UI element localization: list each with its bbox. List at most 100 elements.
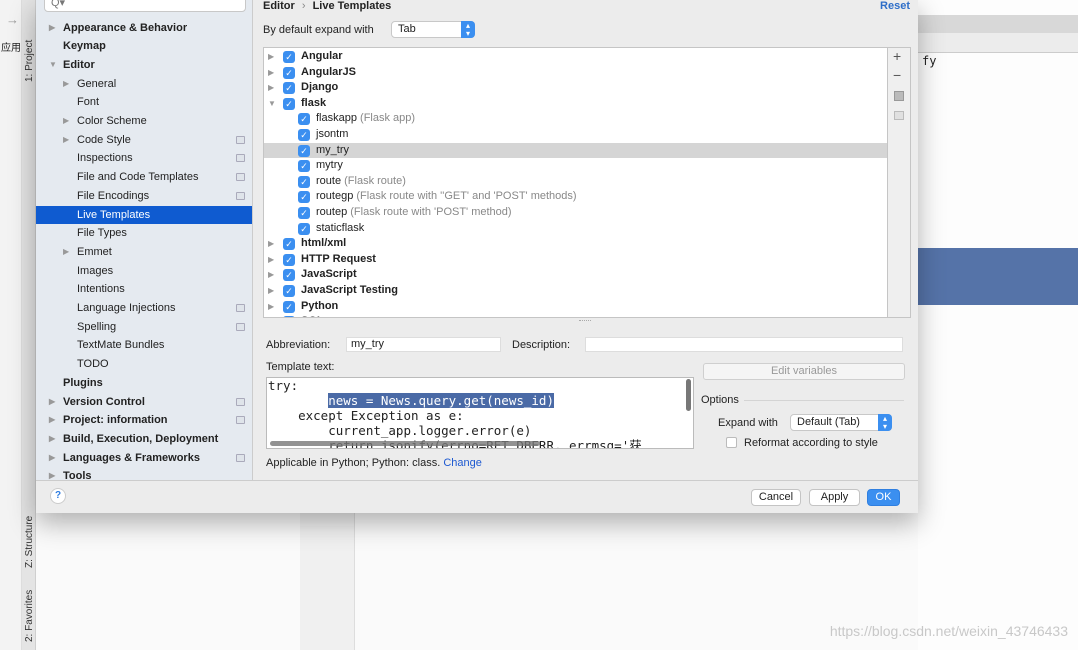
- chevron-right-icon[interactable]: ▶: [63, 112, 69, 131]
- checkbox[interactable]: ✓: [298, 191, 310, 204]
- template-item[interactable]: ✓ route (Flask route): [264, 174, 887, 190]
- sidebar-item-build-execution-deployment[interactable]: ▶ Build, Execution, Deployment: [36, 430, 252, 449]
- sidebar-item-project-information[interactable]: ▶ Project: information: [36, 411, 252, 430]
- reformat-checkbox[interactable]: [726, 437, 737, 448]
- sidebar-item-file-types[interactable]: File Types: [36, 224, 252, 243]
- template-group[interactable]: ▶ ✓ JavaScript: [264, 267, 887, 283]
- cancel-button[interactable]: Cancel: [751, 489, 801, 506]
- chevron-down-icon[interactable]: ▼: [49, 56, 57, 75]
- sidebar-item-version-control[interactable]: ▶ Version Control: [36, 393, 252, 412]
- chevron-right-icon[interactable]: ▶: [49, 430, 55, 449]
- chevron-right-icon[interactable]: ▶: [268, 80, 274, 96]
- template-group[interactable]: ▶ ✓ HTTP Request: [264, 252, 887, 268]
- restore-icon[interactable]: [894, 111, 904, 120]
- checkbox[interactable]: ✓: [298, 222, 310, 235]
- sidebar-item-code-style[interactable]: ▶ Code Style: [36, 131, 252, 150]
- expand-with-select[interactable]: Default (Tab) ▴ ▾: [790, 414, 892, 431]
- default-expand-select[interactable]: Tab ▴ ▾: [391, 21, 475, 38]
- reformat-label[interactable]: Reformat according to style: [744, 437, 878, 449]
- checkbox[interactable]: ✓: [298, 175, 310, 188]
- chevron-right-icon[interactable]: ▶: [268, 267, 274, 283]
- favorites-tool-tab[interactable]: 2: Favorites: [24, 590, 35, 642]
- sidebar-item-emmet[interactable]: ▶ Emmet: [36, 243, 252, 262]
- sidebar-item-general[interactable]: ▶ General: [36, 75, 252, 94]
- chevron-right-icon[interactable]: ▶: [268, 299, 274, 315]
- chevron-right-icon[interactable]: ▶: [49, 467, 55, 480]
- sidebar-item-images[interactable]: Images: [36, 262, 252, 281]
- description-input[interactable]: [585, 337, 903, 352]
- checkbox[interactable]: ✓: [298, 207, 310, 219]
- chevron-right-icon[interactable]: ▶: [268, 65, 274, 81]
- sidebar-item-keymap[interactable]: Keymap: [36, 37, 252, 56]
- checkbox[interactable]: ✓: [283, 66, 295, 79]
- copy-icon[interactable]: [894, 91, 904, 101]
- chevron-right-icon[interactable]: ▶: [268, 236, 274, 252]
- sidebar-item-textmate-bundles[interactable]: TextMate Bundles: [36, 336, 252, 355]
- sidebar-item-todo[interactable]: TODO: [36, 355, 252, 374]
- chevron-right-icon[interactable]: ▶: [268, 49, 274, 65]
- template-group[interactable]: ▶ ✓ Python: [264, 299, 887, 315]
- chevron-right-icon[interactable]: ▶: [49, 393, 55, 412]
- template-group[interactable]: ▶ ✓ html/xml: [264, 236, 887, 252]
- chevron-right-icon[interactable]: ▶: [49, 411, 55, 430]
- chevron-down-icon[interactable]: ▼: [268, 96, 276, 112]
- chevron-right-icon[interactable]: ▶: [268, 252, 274, 268]
- template-group[interactable]: ▶ ✓ Angular: [264, 49, 887, 65]
- checkbox[interactable]: ✓: [283, 316, 295, 317]
- add-icon[interactable]: +: [893, 48, 901, 64]
- vertical-scrollbar[interactable]: [686, 379, 691, 411]
- sidebar-item-file-and-code-templates[interactable]: File and Code Templates: [36, 168, 252, 187]
- reset-link[interactable]: Reset: [880, 0, 910, 12]
- chevron-right-icon[interactable]: ▶: [63, 131, 69, 150]
- checkbox[interactable]: ✓: [298, 144, 310, 157]
- sidebar-item-tools[interactable]: ▶ Tools: [36, 467, 252, 480]
- breadcrumb-editor[interactable]: Editor: [263, 0, 295, 12]
- checkbox[interactable]: ✓: [283, 253, 295, 266]
- checkbox[interactable]: ✓: [283, 269, 295, 282]
- search-input[interactable]: Q▾: [44, 0, 246, 12]
- sidebar-item-spelling[interactable]: Spelling: [36, 318, 252, 337]
- back-arrow-icon[interactable]: →: [6, 12, 19, 27]
- checkbox[interactable]: ✓: [283, 97, 295, 110]
- sidebar-item-language-injections[interactable]: Language Injections: [36, 299, 252, 318]
- template-group[interactable]: ▼ ✓ flask: [264, 96, 887, 112]
- chevron-right-icon[interactable]: ▶: [49, 19, 55, 38]
- checkbox[interactable]: ✓: [283, 238, 295, 251]
- structure-tool-tab[interactable]: Z: Structure: [24, 516, 35, 568]
- chevron-right-icon[interactable]: ▶: [268, 283, 274, 299]
- change-link[interactable]: Change: [443, 457, 482, 469]
- template-item[interactable]: ✓ jsontm: [264, 127, 887, 143]
- chevron-right-icon[interactable]: ▶: [63, 75, 69, 94]
- template-group[interactable]: ▶ ✓ Django: [264, 80, 887, 96]
- sidebar-item-file-encodings[interactable]: File Encodings: [36, 187, 252, 206]
- sidebar-item-appearance-behavior[interactable]: ▶ Appearance & Behavior: [36, 19, 252, 38]
- splitter-handle[interactable]: [579, 320, 591, 322]
- checkbox[interactable]: ✓: [283, 285, 295, 297]
- sidebar-item-languages-frameworks[interactable]: ▶ Languages & Frameworks: [36, 449, 252, 468]
- template-item[interactable]: ✓ my_try: [264, 142, 887, 159]
- template-item[interactable]: ✓ routegp (Flask route with ''GET' and 'P…: [264, 189, 887, 205]
- template-group[interactable]: ▶ ✓ SQL: [264, 314, 887, 317]
- help-button[interactable]: ?: [50, 488, 66, 504]
- sidebar-item-inspections[interactable]: Inspections: [36, 149, 252, 168]
- sidebar-item-plugins[interactable]: Plugins: [36, 374, 252, 393]
- sidebar-item-editor[interactable]: ▼ Editor: [36, 56, 252, 75]
- template-item[interactable]: ✓ staticflask: [264, 221, 887, 237]
- sidebar-item-color-scheme[interactable]: ▶ Color Scheme: [36, 112, 252, 131]
- chevron-right-icon[interactable]: ▶: [268, 314, 274, 317]
- remove-icon[interactable]: −: [893, 67, 901, 83]
- chevron-right-icon[interactable]: ▶: [63, 243, 69, 262]
- checkbox[interactable]: ✓: [283, 300, 295, 313]
- horizontal-scrollbar[interactable]: [270, 441, 540, 446]
- chevron-right-icon[interactable]: ▶: [49, 449, 55, 468]
- sidebar-item-font[interactable]: Font: [36, 93, 252, 112]
- project-tool-tab[interactable]: 1: Project: [24, 40, 35, 82]
- sidebar-item-live-templates[interactable]: Live Templates: [36, 205, 252, 225]
- template-item[interactable]: ✓ routep (Flask route with 'POST' method): [264, 205, 887, 221]
- template-item[interactable]: ✓ flaskapp (Flask app): [264, 111, 887, 127]
- template-text-editor[interactable]: try: news = News.query.get(news_id) exce…: [266, 377, 694, 449]
- checkbox[interactable]: ✓: [283, 51, 295, 63]
- checkbox[interactable]: ✓: [298, 129, 310, 141]
- apply-button[interactable]: Apply: [809, 489, 860, 506]
- ok-button[interactable]: OK: [867, 489, 900, 506]
